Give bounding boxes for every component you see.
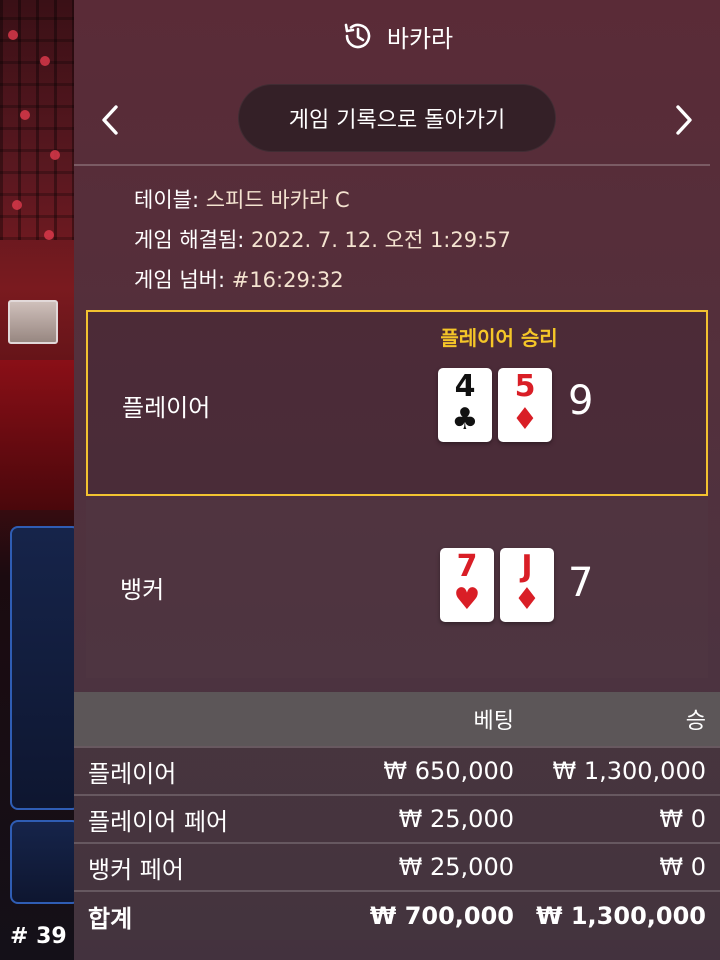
win-label: 플레이어 승리 (440, 326, 558, 350)
game-number-value: #16:29:32 (231, 268, 344, 292)
blossom-decoration (50, 150, 60, 160)
blossom-decoration (20, 110, 30, 120)
banker-label: 뱅커 (120, 576, 165, 604)
club-suit-icon: ♣ (451, 402, 479, 437)
round-number: # 39 (10, 924, 67, 949)
card-rank: J (521, 549, 533, 584)
bet-amount: ₩ 25,000 (398, 805, 514, 833)
blossom-decoration (40, 56, 50, 66)
history-icon (341, 19, 375, 53)
bet-amount: ₩ 25,000 (398, 853, 514, 881)
heart-suit-icon: ♥ (453, 582, 481, 617)
win-amount: ₩ 0 (659, 853, 706, 881)
column-header-bet: 베팅 (473, 709, 514, 734)
bets-table: 베팅 승 플레이어 ₩ 650,000 ₩ 1,300,000 플레이어 페어 … (74, 692, 720, 940)
bet-name: 플레이어 (88, 759, 177, 788)
column-header-win: 승 (685, 709, 706, 734)
player-cards: 4 ♣ 5 ♦ (438, 368, 552, 442)
background-scene (0, 0, 74, 960)
playing-card: J ♦ (500, 548, 554, 622)
navigation-row: 게임 기록으로 돌아가기 (74, 78, 720, 160)
table-row: 뱅커 페어 ₩ 25,000 ₩ 0 (74, 842, 720, 890)
blossom-decoration (44, 230, 54, 240)
banker-result: 뱅커 7 ♥ J ♦ 7 (86, 500, 708, 678)
card-rank: 7 (456, 549, 478, 584)
side-bet-button-player[interactable] (10, 526, 80, 810)
back-to-history-button[interactable]: 게임 기록으로 돌아가기 (238, 84, 556, 152)
bets-header: 베팅 승 (74, 692, 720, 746)
player-result: 플레이어 승리 플레이어 4 ♣ 5 ♦ 9 (86, 310, 708, 496)
win-amount: ₩ 1,300,000 (552, 757, 706, 785)
total-label: 합계 (88, 904, 133, 933)
banker-cards: 7 ♥ J ♦ (440, 548, 554, 622)
game-number-label: 게임 넘버: (134, 268, 226, 292)
playing-card: 4 ♣ (438, 368, 492, 442)
bet-amount: ₩ 650,000 (383, 757, 514, 785)
card-shoe (8, 300, 58, 344)
card-rank: 5 (514, 369, 536, 404)
game-info: 테이블: 스피드 바카라 C 게임 해결됨: 2022. 7. 12. 오전 1… (134, 180, 511, 300)
table-row: 플레이어 ₩ 650,000 ₩ 1,300,000 (74, 746, 720, 794)
total-bet: ₩ 700,000 (369, 902, 514, 930)
divider (74, 164, 710, 166)
previous-game-button[interactable] (92, 96, 128, 144)
bet-name: 뱅커 페어 (88, 855, 184, 884)
table-info: 테이블: 스피드 바카라 C (134, 180, 511, 220)
table-felt (0, 360, 74, 510)
total-win: ₩ 1,300,000 (536, 902, 706, 930)
panel-title: 바카라 (386, 24, 454, 53)
resolved-label: 게임 해결됨: (134, 228, 245, 252)
diamond-suit-icon: ♦ (513, 582, 541, 617)
bet-name: 플레이어 페어 (88, 807, 229, 836)
playing-card: 7 ♥ (440, 548, 494, 622)
card-rank: 4 (454, 369, 476, 404)
player-total: 9 (568, 378, 594, 424)
total-row: 합계 ₩ 700,000 ₩ 1,300,000 (74, 890, 720, 940)
game-number-info: 게임 넘버: #16:29:32 (134, 260, 511, 300)
banker-total: 7 (568, 560, 594, 606)
panel-header: 바카라 (74, 0, 720, 72)
blossom-decoration (8, 30, 18, 40)
table-value: 스피드 바카라 C (205, 188, 350, 212)
playing-card: 5 ♦ (498, 368, 552, 442)
chevron-right-icon (676, 105, 692, 135)
player-label: 플레이어 (122, 394, 211, 422)
win-amount: ₩ 0 (659, 805, 706, 833)
resolved-info: 게임 해결됨: 2022. 7. 12. 오전 1:29:57 (134, 220, 511, 260)
diamond-suit-icon: ♦ (511, 402, 539, 437)
next-game-button[interactable] (666, 96, 702, 144)
blossom-decoration (12, 200, 22, 210)
side-bet-button-pair[interactable] (10, 820, 80, 904)
chevron-left-icon (102, 105, 118, 135)
game-history-panel: 바카라 게임 기록으로 돌아가기 테이블: 스피드 바카라 C 게임 해결됨: … (74, 0, 720, 960)
table-row: 플레이어 페어 ₩ 25,000 ₩ 0 (74, 794, 720, 842)
resolved-value: 2022. 7. 12. 오전 1:29:57 (251, 228, 511, 252)
table-label: 테이블: (134, 188, 200, 212)
